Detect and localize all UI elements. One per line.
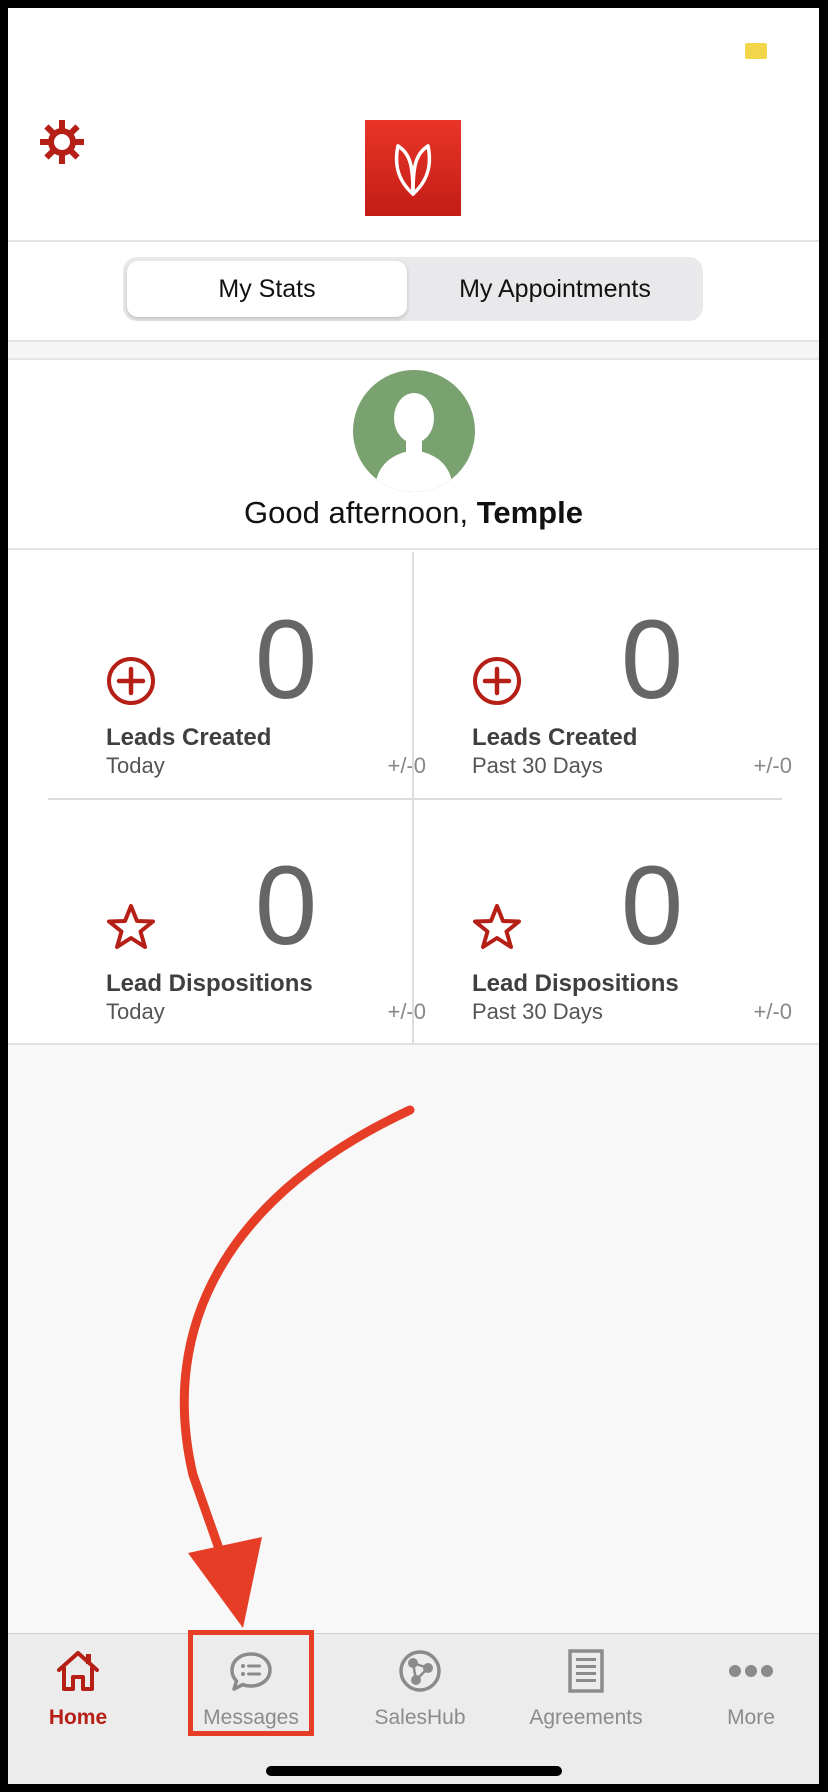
tab-more[interactable]: More	[676, 1648, 819, 1748]
stat-delta: +/-0	[753, 753, 792, 778]
status-indicator	[745, 43, 767, 59]
greeting-text: Good afternoon, Temple	[8, 495, 819, 531]
user-name: Temple	[476, 495, 583, 530]
header-divider	[8, 240, 819, 242]
star-icon	[472, 902, 522, 952]
plus-circle-icon	[106, 656, 156, 706]
avatar[interactable]	[353, 370, 475, 492]
tab-my-appointments[interactable]: My Appointments	[411, 261, 699, 317]
stat-value: 0	[620, 843, 684, 968]
tab-my-stats[interactable]: My Stats	[127, 261, 407, 317]
stat-label: Leads Created	[472, 724, 638, 751]
tab-agreements[interactable]: Agreements	[511, 1648, 661, 1748]
home-icon	[57, 1651, 99, 1691]
home-indicator[interactable]	[266, 1766, 562, 1776]
star-icon	[106, 902, 156, 952]
stat-value: 0	[254, 597, 318, 722]
tab-saleshub[interactable]: SalesHub	[345, 1648, 495, 1748]
stat-period: Today	[106, 753, 165, 778]
globe-network-icon	[399, 1650, 441, 1692]
tab-label-more: More	[727, 1706, 775, 1729]
annotation-highlight-box	[188, 1630, 314, 1736]
stat-card-lead-dispositions-30-days[interactable]: 0 Lead Dispositions Past 30 Days +/-0	[472, 810, 819, 1050]
more-dots-icon	[729, 1665, 773, 1677]
plus-circle-icon	[472, 656, 522, 706]
section-separator	[8, 340, 819, 360]
stat-card-leads-created-30-days[interactable]: 0 Leads Created Past 30 Days +/-0	[472, 564, 819, 804]
greeting-prefix: Good afternoon,	[244, 495, 477, 530]
document-icon	[568, 1649, 604, 1693]
bottom-tab-bar: Home Messages SalesHub Agreements More	[8, 1633, 819, 1784]
tab-home[interactable]: Home	[8, 1648, 153, 1748]
tab-label-saleshub: SalesHub	[374, 1706, 466, 1729]
stat-value: 0	[254, 843, 318, 968]
stat-delta: +/-0	[387, 999, 426, 1024]
brand-logo-icon	[365, 120, 461, 216]
grid-divider-horizontal	[48, 798, 782, 800]
stats-segmented-control: My Stats My Appointments	[123, 257, 703, 321]
stat-delta: +/-0	[753, 999, 792, 1024]
app-screen: My Stats My Appointments Good afternoon,…	[8, 8, 819, 1784]
stat-label: Lead Dispositions	[472, 970, 679, 997]
tab-label-home: Home	[48, 1706, 108, 1729]
stat-period: Past 30 Days	[472, 999, 603, 1024]
stat-label: Leads Created	[106, 724, 272, 751]
stat-period: Today	[106, 999, 165, 1024]
empty-content-area	[8, 1045, 819, 1633]
gear-icon[interactable]	[38, 118, 86, 166]
stat-period: Past 30 Days	[472, 753, 603, 778]
profile-divider	[8, 548, 819, 550]
stat-label: Lead Dispositions	[106, 970, 313, 997]
stat-value: 0	[620, 597, 684, 722]
stat-delta: +/-0	[387, 753, 426, 778]
tab-label-agreements: Agreements	[529, 1706, 643, 1729]
